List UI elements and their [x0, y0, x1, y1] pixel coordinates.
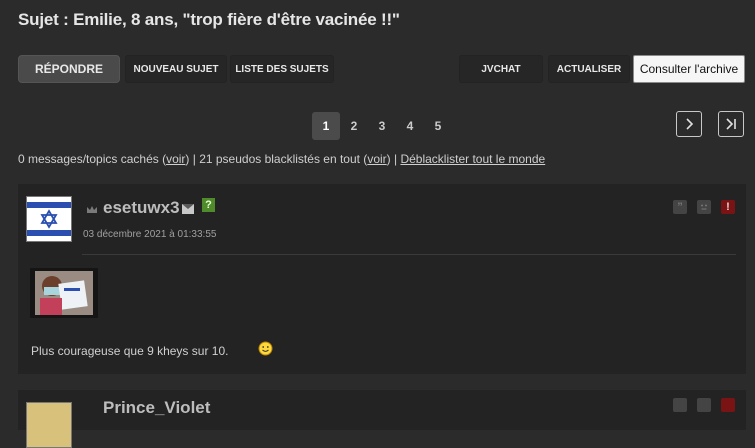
post-image-thumbnail[interactable] [30, 268, 98, 318]
archive-button[interactable]: Consulter l'archive [633, 55, 745, 83]
alert-icon[interactable]: ! [721, 200, 735, 214]
avatar[interactable] [26, 402, 72, 448]
new-topic-button[interactable]: NOUVEAU SUJET [125, 55, 227, 83]
crown-icon [87, 206, 97, 213]
info-text-1: 0 messages/topics cachés ( [18, 152, 167, 166]
reply-button[interactable]: RÉPONDRE [18, 55, 120, 83]
blacklist-link[interactable]: voir [367, 152, 386, 166]
refresh-button[interactable]: ACTUALISER [548, 55, 630, 83]
neutral-face-icon [701, 204, 707, 210]
info-text-2: ) | 21 pseudos blacklistés en tout ( [185, 152, 368, 166]
hidden-messages-link[interactable]: voir [166, 152, 185, 166]
smiley-icon [258, 341, 273, 356]
pagination: 1 2 3 4 5 [312, 112, 452, 140]
post-message: Plus courageuse que 9 kheys sur 10. [31, 344, 229, 358]
post-date[interactable]: 03 décembre 2021 à 01:33:55 [83, 229, 216, 240]
post-divider [82, 254, 736, 255]
jvchat-button[interactable]: JVCHAT [459, 55, 543, 83]
forum-post: Prince_Violet [18, 390, 746, 448]
blacklist-info: 0 messages/topics cachés (voir) | 21 pse… [18, 152, 545, 166]
post-author[interactable]: Prince_Violet [103, 398, 210, 418]
mail-icon[interactable] [182, 204, 194, 214]
unblacklist-all-link[interactable]: Déblacklister tout le monde [400, 152, 545, 166]
info-text-3: ) | [386, 152, 401, 166]
topic-list-button[interactable]: LISTE DES SUJETS [230, 55, 334, 83]
smiley-icon[interactable] [697, 398, 711, 412]
last-page-icon [726, 118, 736, 130]
page-link-2[interactable]: 2 [340, 112, 368, 140]
post-author[interactable]: esetuwx3 [103, 198, 180, 218]
page-link-3[interactable]: 3 [368, 112, 396, 140]
next-page-button[interactable] [676, 111, 702, 137]
page-link-5[interactable]: 5 [424, 112, 452, 140]
profile-help-icon[interactable]: ? [202, 198, 215, 212]
alert-icon[interactable] [721, 398, 735, 412]
flag-icon [27, 197, 71, 241]
chevron-right-icon [686, 118, 694, 130]
page-link-1[interactable]: 1 [312, 112, 340, 140]
avatar[interactable] [26, 196, 72, 242]
quote-icon[interactable]: ” [673, 200, 687, 214]
page-link-4[interactable]: 4 [396, 112, 424, 140]
last-page-button[interactable] [718, 111, 744, 137]
smiley-icon[interactable] [697, 200, 711, 214]
quote-icon[interactable] [673, 398, 687, 412]
topic-title: Sujet : Emilie, 8 ans, "trop fière d'êtr… [18, 10, 400, 29]
forum-post: esetuwx3 ? 03 décembre 2021 à 01:33:55 ”… [18, 184, 746, 374]
